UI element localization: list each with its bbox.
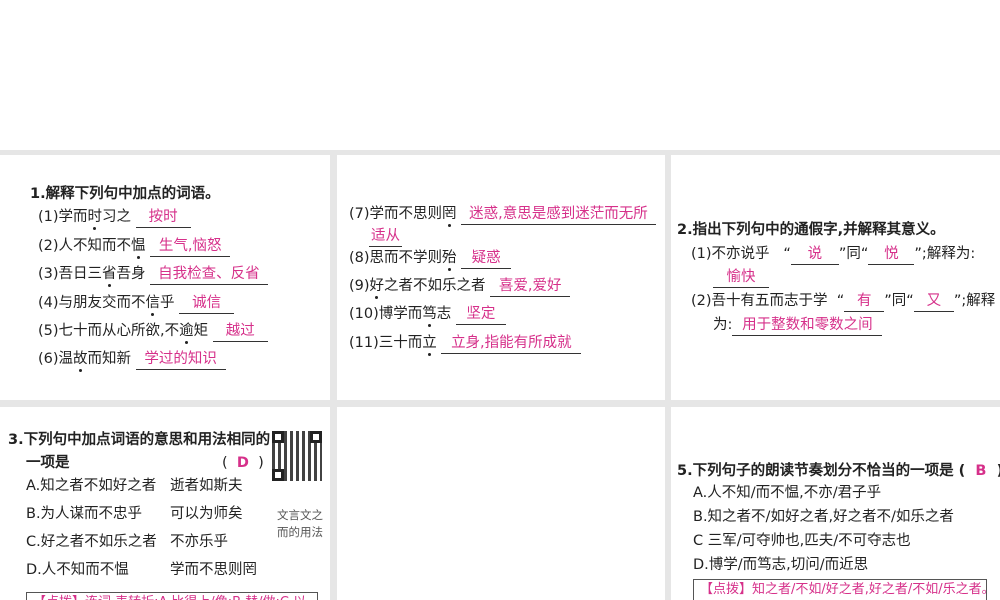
dotted-char: 信	[145, 295, 161, 311]
dotted-char: 殆	[442, 250, 457, 266]
list-item: (7)学而不思则罔 迷惑,意思是感到迷茫而无所	[349, 203, 656, 225]
list-item: (10)博学而笃志 坚定	[349, 303, 506, 325]
answer-blank: 迷惑,意思是感到迷茫而无所	[461, 204, 656, 225]
answer-blank: 自我检查、反省	[150, 264, 268, 285]
list-item: (8)思而不学则殆 疑惑	[349, 247, 512, 269]
list-item: (11)三十而立 立身,指能有所成就	[349, 332, 582, 354]
q2-1-answer: 愉快	[713, 267, 769, 288]
q5-hint: 【点拨】知之者/不如/好之者,好之者/不如/乐之者。	[693, 579, 987, 600]
list-item: (9)好之者不如乐之者 喜爱,爱好	[349, 275, 571, 297]
answer-blank: 坚定	[455, 304, 506, 325]
answer-blank-continued: 适从	[369, 226, 402, 247]
answer-blank: 越过	[212, 321, 268, 342]
dotted-char: 时	[87, 209, 103, 225]
list-item: (2)人不知而不愠 生气,恼怒	[38, 235, 231, 257]
q2-2-answer: 用于整数和零数之间	[732, 315, 883, 336]
qr-corner	[272, 431, 284, 443]
answer-blank: 学过的知识	[135, 349, 226, 370]
dotted-char: 罔	[442, 206, 457, 222]
q3-option-compare: 不亦乐乎	[170, 534, 228, 550]
q3-option: D.人不知而不愠	[26, 562, 129, 578]
blank-panel	[337, 407, 665, 600]
q2-2-blank-a: 有	[844, 291, 885, 312]
question-1-panel: 1.解释下列句中加点的词语。 (1)学而时习之 按时 (2)人不知而不愠 生气,恼…	[0, 155, 330, 400]
list-item: (6)温故而知新 学过的知识	[38, 348, 226, 370]
q3-option: A.知之者不如好之者	[26, 478, 157, 494]
dotted-char: 愠	[131, 238, 146, 254]
list-item: (5)七十而从心所欲,不逾矩 越过	[38, 320, 268, 342]
q2-2-blank-b: 又	[913, 291, 954, 312]
q5-title: 5.下列句子的朗读节奏划分不恰当的一项是 ( B )	[677, 463, 1000, 479]
q3-answer: D	[236, 455, 249, 471]
q3-option: B.为人谋而不忠乎	[26, 506, 143, 522]
question-5-panel: 5.下列句子的朗读节奏划分不恰当的一项是 ( B ) A.人不知/而不愠,不亦/…	[671, 407, 1000, 600]
q5-answer: B	[975, 463, 987, 479]
q2-1-blank-a: 说	[790, 244, 839, 265]
dotted-char: 省	[102, 266, 117, 282]
q5-option: B.知之者不/如好之者,好之者不/如乐之者	[693, 509, 954, 525]
q3-option-compare: 逝者如斯夫	[170, 478, 243, 494]
answer-blank: 按时	[135, 207, 191, 228]
question-2-panel: 2.指出下列句中的通假字,并解释其意义。 (1)不亦说乎 “说 ”同“ 悦 ”;解释为…	[671, 155, 1000, 400]
q3-answer-bracket: ( D )	[222, 455, 264, 471]
qr-corner	[272, 469, 284, 481]
qr-corner	[310, 431, 322, 443]
q5-option: D.博学/而笃志,切问/而近思	[693, 557, 869, 573]
answer-blank: 喜爱,爱好	[490, 276, 571, 297]
answer-blank: 疑惑	[461, 248, 512, 269]
question-3-panel: 3.下列句中加点词语的意思和用法相同的 一项是 ( D ) A.知之者不如好之者…	[0, 407, 330, 600]
q3-title-2: 一项是	[26, 455, 70, 471]
q2-item-1: (1)不亦说乎 “说 ”同“ 悦 ”;解释为:	[691, 243, 975, 265]
list-item: (4)与朋友交而不信乎 诚信	[38, 292, 235, 314]
dotted-char: 好	[369, 278, 385, 294]
list-item: (3)吾日三省吾身 自我检查、反省	[38, 263, 268, 285]
q1-title: 1.解释下列句中加点的词语。	[30, 186, 220, 202]
q2-title: 2.指出下列句中的通假字,并解释其意义。	[677, 222, 945, 238]
q5-option: C 三军/可夺帅也,匹夫/不可夺志也	[693, 533, 911, 549]
q2-item-2: (2)吾十有五而志于学 “有 ”同“ 又 ”;解释	[691, 290, 995, 312]
answer-blank: 立身,指能有所成就	[441, 333, 582, 354]
dotted-char: 逾	[179, 323, 194, 339]
answer-blank: 生气,恼怒	[150, 236, 231, 257]
dotted-char: 立	[422, 335, 437, 351]
q2-1-blank-b: 悦	[868, 244, 915, 265]
dotted-char: 笃	[422, 306, 437, 322]
q3-option-compare: 可以为师矣	[170, 506, 243, 522]
q5-option: A.人不知/而不愠,不亦/君子乎	[693, 485, 882, 501]
q3-title: 3.下列句中加点词语的意思和用法相同的	[8, 432, 271, 448]
dotted-char: 故	[73, 351, 88, 367]
list-item: (1)学而时习之 按时	[38, 206, 191, 228]
answer-blank: 诚信	[179, 293, 235, 314]
q3-hint: 【点拨】连词,表转折;A.比得上/像;B.替/做;C.以……为	[26, 592, 318, 600]
q3-option: C.好之者不如乐之者	[26, 534, 157, 550]
qr-caption: 文言文之 而的用法	[277, 508, 323, 539]
question-1-continued-panel: (7)学而不思则罔 迷惑,意思是感到迷茫而无所 (8)思而不学则殆 疑惑 (9)好之…	[337, 155, 665, 400]
q3-option-compare: 学而不思则罔	[170, 562, 257, 578]
